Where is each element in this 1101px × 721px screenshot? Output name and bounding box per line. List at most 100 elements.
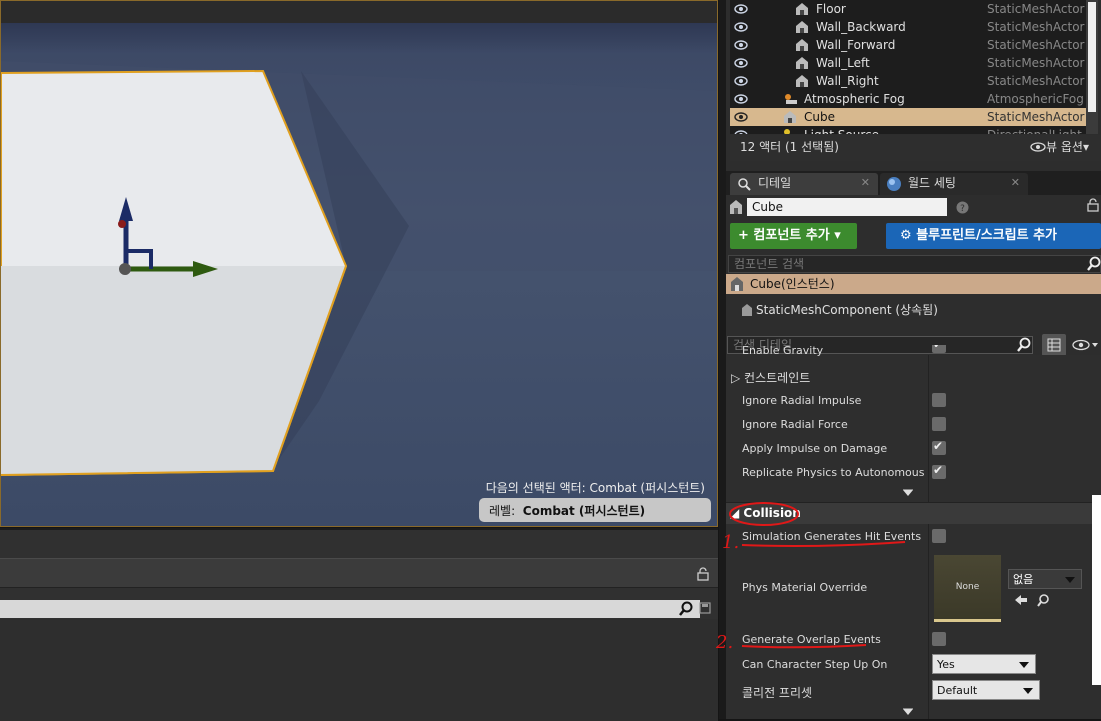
svg-text:?: ? [960, 204, 965, 214]
use-selected-arrow-icon[interactable] [1014, 594, 1028, 606]
level-indicator: 레벨: Combat (퍼시스턴트) [479, 498, 711, 522]
property-label: Enable Gravity [742, 345, 824, 357]
actor-icon [796, 39, 808, 51]
component-child-item[interactable]: StaticMeshComponent (상속됨) [726, 300, 1101, 320]
browse-search-icon[interactable] [1036, 593, 1050, 607]
property-row: Enable Gravity [726, 345, 1101, 359]
outliner-row[interactable]: Wall_Backward StaticMeshActor [730, 18, 1086, 36]
phys-material-label: Phys Material Override [742, 581, 868, 594]
collision-preset-row: 콜리전 프리셋 Default [726, 679, 1101, 703]
property-checkbox[interactable] [932, 417, 946, 431]
property-checkbox[interactable] [932, 393, 946, 407]
constraints-group[interactable]: ▷ 컨스트레인트 [726, 365, 1101, 389]
outliner-row-name: Atmospheric Fog [804, 92, 905, 106]
outliner-row-type: StaticMeshActor [987, 110, 1085, 124]
collision-category[interactable]: ◢ Collision [726, 502, 1101, 524]
property-row: Apply Impulse on Damage [726, 437, 1101, 461]
search-icon[interactable] [678, 601, 694, 617]
content-panel [0, 528, 718, 721]
collision-preset-label: 콜리전 프리셋 [742, 686, 813, 700]
outliner-row-type: AtmosphericFog [987, 92, 1084, 106]
add-component-label: + 컴포넌트 추가 [738, 228, 830, 243]
step-up-row: Can Character Step Up On Yes [726, 653, 1101, 677]
visibility-eye-icon[interactable] [734, 112, 748, 122]
add-component-button[interactable]: + 컴포넌트 추가 ▾ [730, 223, 857, 249]
material-combo[interactable]: 없음 [1008, 569, 1082, 589]
sim-hit-events-checkbox[interactable] [932, 529, 946, 543]
close-icon[interactable]: ✕ [1011, 173, 1020, 193]
sim-hit-events-label: Simulation Generates Hit Events [742, 530, 922, 543]
outliner-row-type: StaticMeshActor [987, 2, 1085, 16]
expand-arrow-icon[interactable] [902, 489, 914, 497]
annotation-mark-2: 2. [716, 632, 734, 653]
gear-icon: ⚙ [900, 228, 912, 243]
component-root-item[interactable]: Cube(인스턴스) [726, 274, 1101, 294]
outliner-row[interactable]: Light Source DirectionalLight [730, 126, 1086, 134]
right-panel: Floor StaticMeshActor Wall_Backward StaticM… [726, 0, 1101, 719]
visibility-eye-icon[interactable] [734, 130, 748, 134]
outliner-row[interactable]: Wall_Left StaticMeshActor [730, 54, 1086, 72]
tab-world-settings[interactable]: 월드 세팅 ✕ [880, 173, 1028, 195]
lock-icon[interactable] [1086, 198, 1100, 212]
actor-icon [796, 75, 808, 87]
collision-preset-value: Default [932, 680, 1040, 700]
level-value: Combat (퍼시스턴트) [522, 504, 646, 518]
step-up-label: Can Character Step Up On [742, 658, 888, 671]
close-icon[interactable]: ✕ [861, 173, 870, 193]
outliner-row-name: Wall_Left [816, 56, 870, 70]
eye-icon [1030, 142, 1046, 152]
outliner-row-name: Cube [804, 110, 835, 124]
step-up-value: Yes [932, 654, 1036, 674]
overlap-events-checkbox[interactable] [932, 632, 946, 646]
collision-header: ◢ Collision [730, 506, 801, 520]
material-thumbnail[interactable]: None [934, 555, 1001, 622]
panel-splitter[interactable] [719, 0, 726, 719]
outliner-footer: 12 액터 (1 선택됨) 뷰 옵션▾ [730, 135, 1101, 161]
visibility-eye-icon[interactable] [734, 94, 748, 104]
view-options-label: 뷰 옵션 [1046, 140, 1083, 154]
property-checkbox[interactable] [932, 439, 946, 455]
visibility-eye-icon[interactable] [734, 22, 748, 32]
actor-icon [730, 200, 742, 214]
mesh-icon [742, 304, 752, 316]
outliner-row[interactable]: Wall_Right StaticMeshActor [730, 72, 1086, 90]
details-scrollbar[interactable] [1092, 495, 1101, 685]
constraints-label: ▷ 컨스트레인트 [731, 371, 811, 385]
save-icon[interactable] [699, 602, 711, 614]
step-up-dropdown[interactable]: Yes [932, 654, 1036, 674]
collision-preset-dropdown[interactable]: Default [932, 680, 1040, 700]
component-search-input[interactable]: 컴포넌트 검색 [728, 255, 1101, 273]
outliner-row[interactable]: Floor StaticMeshActor [730, 0, 1086, 18]
expand-arrow-icon[interactable] [902, 708, 914, 716]
visibility-eye-icon[interactable] [734, 58, 748, 68]
lock-icon[interactable] [696, 567, 710, 581]
tab-details[interactable]: 디테일 ✕ [730, 173, 878, 195]
property-row: Ignore Radial Force [726, 413, 1101, 437]
fog-icon [785, 94, 797, 104]
outliner-scrollbar[interactable] [1086, 0, 1098, 134]
search-icon[interactable] [1086, 256, 1101, 271]
visibility-eye-icon[interactable] [734, 76, 748, 86]
level-viewport[interactable]: 다음의 선택된 액터: Combat (퍼시스턴트) 레벨: Combat (퍼… [0, 0, 718, 527]
content-search-input[interactable] [0, 600, 700, 618]
property-checkbox[interactable] [932, 463, 946, 479]
outliner-row[interactable]: Wall_Forward StaticMeshActor [730, 36, 1086, 54]
outliner-row[interactable]: Cube StaticMeshActor [730, 108, 1086, 126]
tab-world-settings-label: 월드 세팅 [908, 176, 956, 190]
details-properties: Enable Gravity ▷ 컨스트레인트 Ignore Radial Im… [726, 345, 1101, 719]
property-checkbox[interactable] [932, 345, 946, 353]
visibility-eye-icon[interactable] [734, 4, 748, 14]
details-icon [738, 178, 751, 191]
actor-count: 12 액터 (1 선택됨) [740, 140, 839, 154]
visibility-eye-icon[interactable] [734, 40, 748, 50]
details-tab-bar: 디테일 ✕ 월드 세팅 ✕ [726, 171, 1101, 195]
help-icon[interactable]: ? [956, 201, 969, 214]
blueprint-script-label: 블루프린트/스크립트 추가 [916, 228, 1058, 243]
blueprint-script-button[interactable]: ⚙ 블루프린트/스크립트 추가 [886, 223, 1101, 249]
view-options-button[interactable]: 뷰 옵션▾ [1030, 135, 1089, 159]
outliner-row[interactable]: Atmospheric Fog AtmosphericFog [730, 90, 1086, 108]
actor-name-input[interactable]: Cube [747, 198, 947, 216]
property-label: Apply Impulse on Damage [742, 442, 888, 455]
viewport-scene[interactable] [1, 1, 718, 527]
outliner-row-name: Wall_Forward [816, 38, 896, 52]
